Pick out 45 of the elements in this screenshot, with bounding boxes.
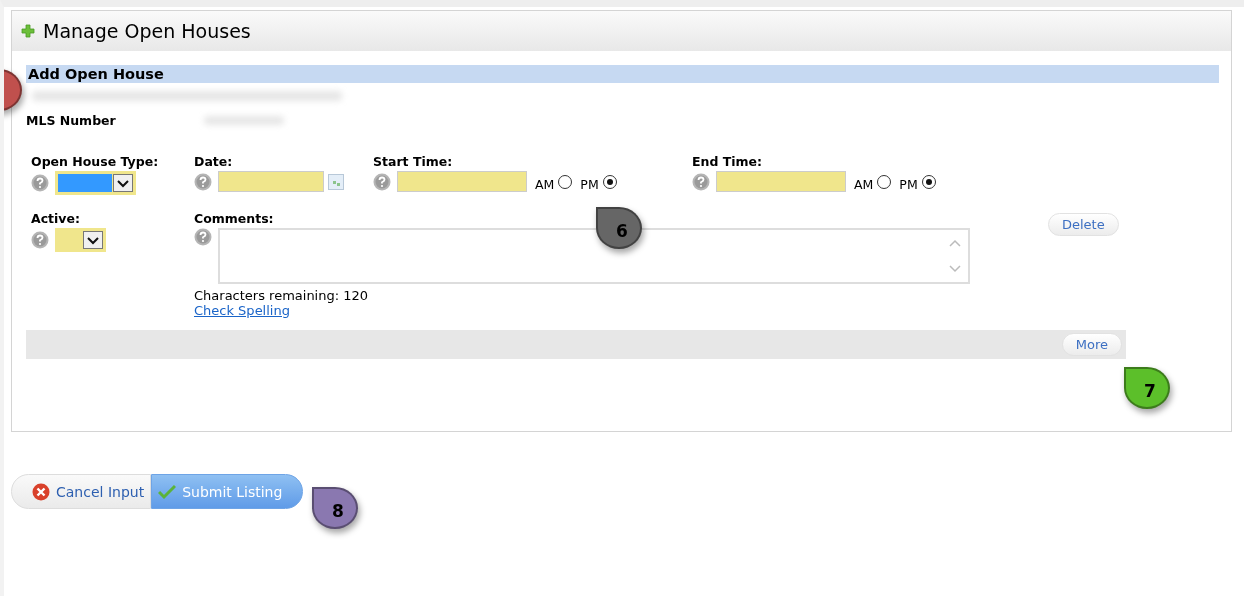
radio-label: PM [580,177,599,192]
callout-marker: 7 [1124,367,1170,409]
delete-button[interactable]: Delete [1048,213,1119,236]
scroll-up-icon[interactable] [948,238,962,248]
field-label: Date: [194,154,234,169]
mls-label: MLS Number [26,113,117,128]
calendar-icon[interactable] [328,173,344,190]
characters-remaining: Characters remaining: 120 [194,288,370,303]
time-field[interactable] [397,171,527,192]
caret-icon [113,174,133,192]
field-label: Open House Type: [31,154,160,169]
help-icon[interactable] [31,231,49,249]
caret-icon [83,231,103,249]
more-button[interactable]: More [1061,333,1122,356]
time-field[interactable] [716,171,846,192]
cancel-button[interactable]: Cancel Input [11,474,152,509]
section-title: Add Open House [26,65,1219,83]
close-icon [32,482,50,501]
date-field[interactable] [218,171,324,192]
scroll-down-icon[interactable] [948,264,962,274]
dropdown-field[interactable] [55,171,136,195]
radio-label: AM [535,177,555,192]
check-spelling-link[interactable]: Check Spelling [194,303,290,318]
check-icon [158,483,177,500]
help-icon[interactable] [31,174,49,192]
field-label: Start Time: [373,154,454,169]
plus-icon [21,24,35,38]
radio-button[interactable] [921,174,936,189]
radio-button[interactable] [877,174,892,189]
field-label: Comments: [194,211,275,226]
dropdown-field[interactable] [55,228,106,252]
callout-marker: 8 [312,487,358,529]
help-icon[interactable] [692,172,710,191]
help-icon[interactable] [373,172,391,191]
field-label: End Time: [692,154,764,169]
callout-marker: 6 [596,207,642,249]
radio-button[interactable] [602,174,617,189]
field-label: Active: [31,211,81,226]
radio-button[interactable] [558,174,573,189]
radio-label: PM [899,177,918,192]
submit-button[interactable]: Submit Listing [151,474,304,509]
radio-label: AM [854,177,874,192]
help-icon[interactable] [194,228,212,246]
panel-title: Manage Open Houses [43,20,251,42]
help-icon[interactable] [194,172,212,191]
